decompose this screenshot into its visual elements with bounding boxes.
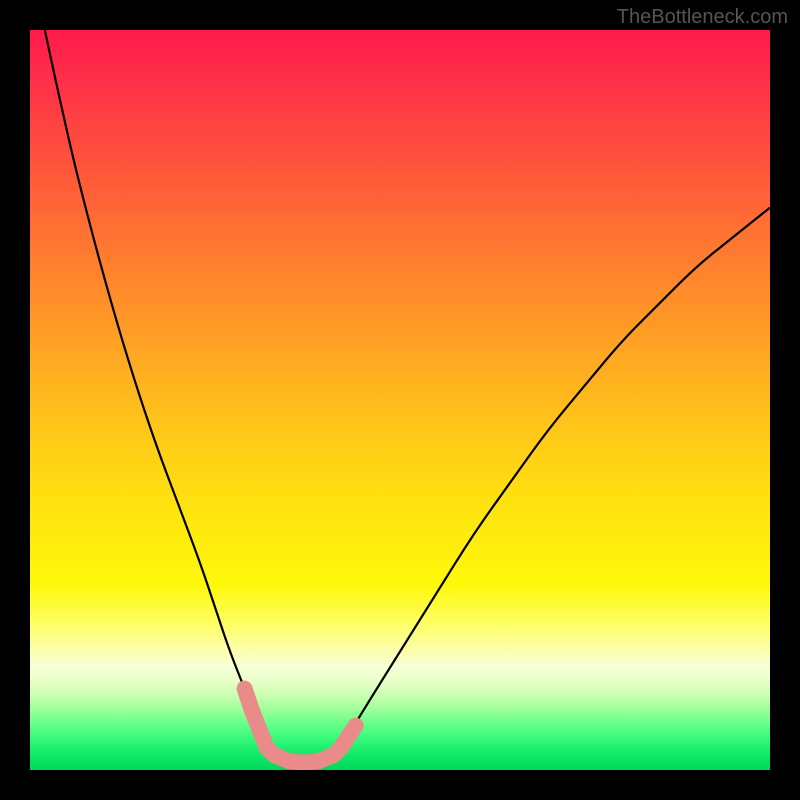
- plot-area: [30, 30, 770, 770]
- watermark-text: TheBottleneck.com: [617, 6, 788, 29]
- valley-marker-dot: [349, 719, 363, 733]
- curve-overlay: [30, 30, 770, 770]
- chart-frame: TheBottleneck.com: [0, 0, 800, 800]
- bottleneck-curve: [45, 30, 770, 763]
